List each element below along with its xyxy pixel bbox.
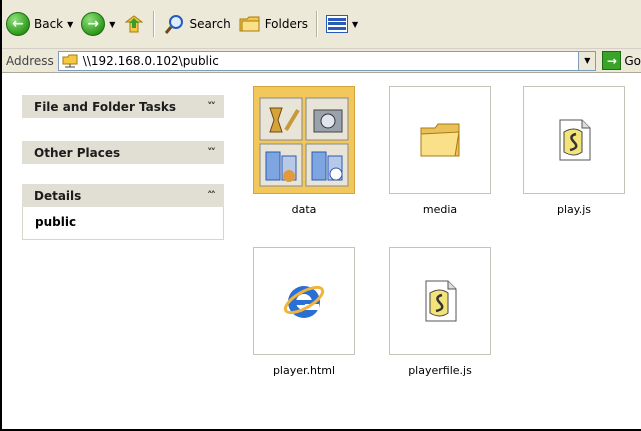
file-name: data [291,203,317,216]
standard-toolbar: ← Back ▼ → ▼ Search Folders ▼ [2,0,641,49]
back-label: Back [34,17,64,31]
file-name: play.js [556,203,591,216]
views-button[interactable]: ▼ [322,9,362,39]
script-file-icon [389,247,491,355]
file-folder-tasks-header[interactable]: File and Folder Tasks ˅˅ [22,95,224,118]
file-folder-tasks-panel: File and Folder Tasks ˅˅ [22,95,224,118]
up-button[interactable] [119,9,149,39]
network-folder-icon [62,54,78,67]
back-dropdown-icon[interactable]: ▼ [67,20,73,29]
go-arrow-icon: → [602,51,622,70]
views-icon [326,15,349,33]
search-button[interactable]: Search [159,9,234,39]
details-name: public [22,207,224,240]
file-name: playerfile.js [408,364,472,377]
file-name: media [422,203,458,216]
address-bar: Address \\192.168.0.102\public ▼ → Go [2,49,641,73]
folder-thumbnail-icon [253,86,355,194]
other-places-title: Other Places [34,145,121,160]
forward-arrow-icon: → [81,12,106,36]
file-item-player-html[interactable]: player.html [252,247,356,377]
script-file-icon [523,86,625,194]
toolbar-separator [316,11,319,37]
address-label: Address [6,53,54,68]
back-button[interactable]: ← Back ▼ [2,9,77,39]
file-item-play-js[interactable]: play.js [522,86,626,216]
views-dropdown-icon[interactable]: ▼ [352,20,358,29]
collapse-chevron-icon[interactable]: ˄˄ [207,189,216,202]
toolbar-separator [153,11,156,37]
file-item-playerfile-js[interactable]: playerfile.js [388,247,492,377]
other-places-panel: Other Places ˅˅ [22,141,224,164]
address-input[interactable]: \\192.168.0.102\public ▼ [57,50,597,71]
search-label: Search [189,17,231,31]
folders-button[interactable]: Folders [235,9,312,39]
file-name: player.html [272,364,336,377]
expand-chevron-icon[interactable]: ˅˅ [207,146,216,159]
folders-label: Folders [264,17,309,31]
folder-icon [389,86,491,194]
up-folder-icon [124,15,144,33]
expand-chevron-icon[interactable]: ˅˅ [207,100,216,113]
forward-button[interactable]: → ▼ [77,9,119,39]
other-places-header[interactable]: Other Places ˅˅ [22,141,224,164]
search-icon [165,15,184,34]
go-label: Go [624,53,641,68]
address-dropdown-icon[interactable]: ▼ [578,51,596,70]
details-title: Details [34,188,82,203]
details-header[interactable]: Details ˄˄ [22,184,224,207]
file-item-data[interactable]: data [252,86,356,216]
file-item-media[interactable]: media [388,86,492,216]
forward-dropdown-icon[interactable]: ▼ [109,20,115,29]
file-folder-tasks-title: File and Folder Tasks [34,99,177,114]
internet-explorer-icon [253,247,355,355]
folders-icon [239,16,260,32]
task-pane: File and Folder Tasks ˅˅ Other Places ˅˅… [2,73,240,429]
back-arrow-icon: ← [6,12,30,36]
go-button[interactable]: → Go [602,51,641,70]
details-panel: Details ˄˄ public [22,184,224,240]
address-value: \\192.168.0.102\public [82,53,219,68]
